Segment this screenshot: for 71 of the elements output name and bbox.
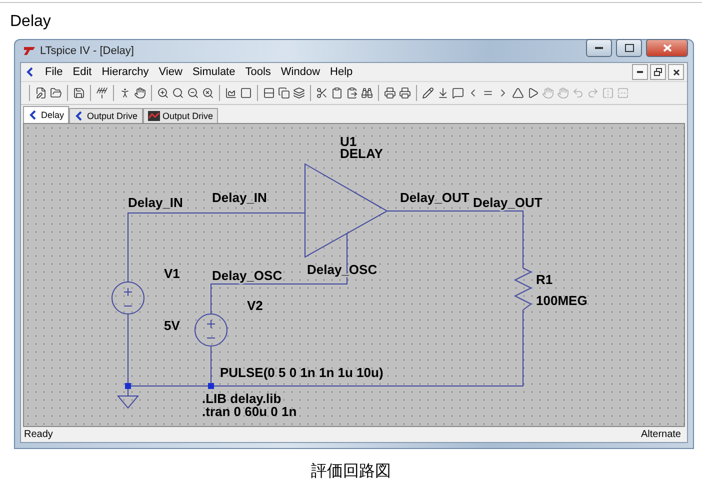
figure-icon[interactable] (119, 87, 131, 99)
file-icon[interactable] (35, 87, 47, 99)
layers-icon[interactable] (293, 87, 305, 99)
maximize-icon (624, 44, 634, 52)
document-tab[interactable]: Delay (23, 106, 70, 123)
schematic-icon (28, 110, 38, 120)
minimize-button[interactable] (586, 39, 612, 57)
component-label: V2 (247, 298, 263, 313)
schematic-icon (74, 111, 84, 121)
page-title: Delay (9, 12, 52, 30)
figure-caption: 評価回路図 (310, 462, 392, 482)
minimize-icon (595, 46, 603, 50)
document-tab[interactable]: Output Drive (142, 108, 218, 123)
clipboard-icon[interactable] (331, 87, 343, 99)
zoom-in-icon[interactable] (157, 87, 169, 99)
close-button[interactable] (646, 39, 688, 57)
hand-icon[interactable] (134, 87, 146, 99)
component-label: R1 (536, 272, 553, 287)
menu-item[interactable]: Simulate (192, 66, 236, 78)
resistor-symbol (514, 268, 532, 310)
maximize-button[interactable] (616, 39, 642, 57)
restore-button[interactable] (650, 64, 666, 80)
net-label: Delay_IN (212, 190, 267, 205)
folder-icon[interactable] (50, 87, 62, 99)
component-label: DELAY (340, 146, 383, 161)
frame-icon[interactable] (240, 87, 252, 99)
chart-icon[interactable] (225, 87, 237, 99)
app-logo-icon (22, 46, 36, 56)
component-label: 100MEG (536, 293, 588, 308)
close-button[interactable] (668, 64, 684, 80)
zoom-out-icon[interactable] (187, 87, 199, 99)
net-label: Delay_OSC (212, 268, 282, 283)
cascade-icon[interactable] (278, 87, 290, 99)
net-label: Delay_OUT (400, 190, 470, 205)
voltage-source-symbol (112, 282, 144, 314)
minimize-icon (637, 71, 643, 73)
window-title: LTspice IV - [Delay] (40, 45, 135, 57)
zoom-cancel-icon[interactable] (202, 87, 214, 99)
net-label: Delay_IN (128, 195, 183, 210)
menu-item[interactable]: Tools (245, 66, 271, 78)
restore-icon (654, 68, 662, 76)
menu-item[interactable]: Help (330, 66, 353, 78)
component-label: U1 (340, 134, 357, 149)
document-tab[interactable]: Output Drive (69, 108, 143, 123)
label-icon[interactable] (452, 87, 464, 99)
component-label: 5V (164, 318, 180, 333)
status-text: Alternate (640, 429, 681, 440)
close-icon (662, 44, 672, 52)
minimize-button[interactable] (632, 64, 648, 80)
menu-item[interactable]: Window (280, 66, 320, 78)
waveform-icon (148, 111, 160, 121)
scissors-icon[interactable] (316, 87, 328, 99)
printer-icon[interactable] (384, 87, 396, 99)
close-icon (672, 68, 680, 76)
spice-directive: .LIB delay.lib (202, 391, 282, 406)
paste-icon[interactable] (346, 87, 358, 99)
component-label: PULSE(0 5 0 1n 1n 1u 10u) (220, 365, 384, 380)
binoculars-icon[interactable] (361, 87, 373, 99)
menu-item[interactable]: View (158, 66, 182, 78)
schematic-icon (25, 67, 35, 77)
search-icon[interactable] (172, 87, 184, 99)
status-text: Ready (24, 429, 53, 440)
printer-icon[interactable] (399, 87, 411, 99)
rows-icon[interactable] (263, 87, 275, 99)
voltage-source-symbol (194, 314, 228, 346)
component-label: V1 (164, 266, 180, 281)
menu-item[interactable]: File (45, 66, 63, 78)
net-label: Delay_OUT (473, 195, 542, 210)
menu-item[interactable]: Hierarchy (102, 66, 149, 78)
menu-item[interactable]: Edit (72, 66, 92, 78)
pencil-icon[interactable] (422, 87, 434, 99)
